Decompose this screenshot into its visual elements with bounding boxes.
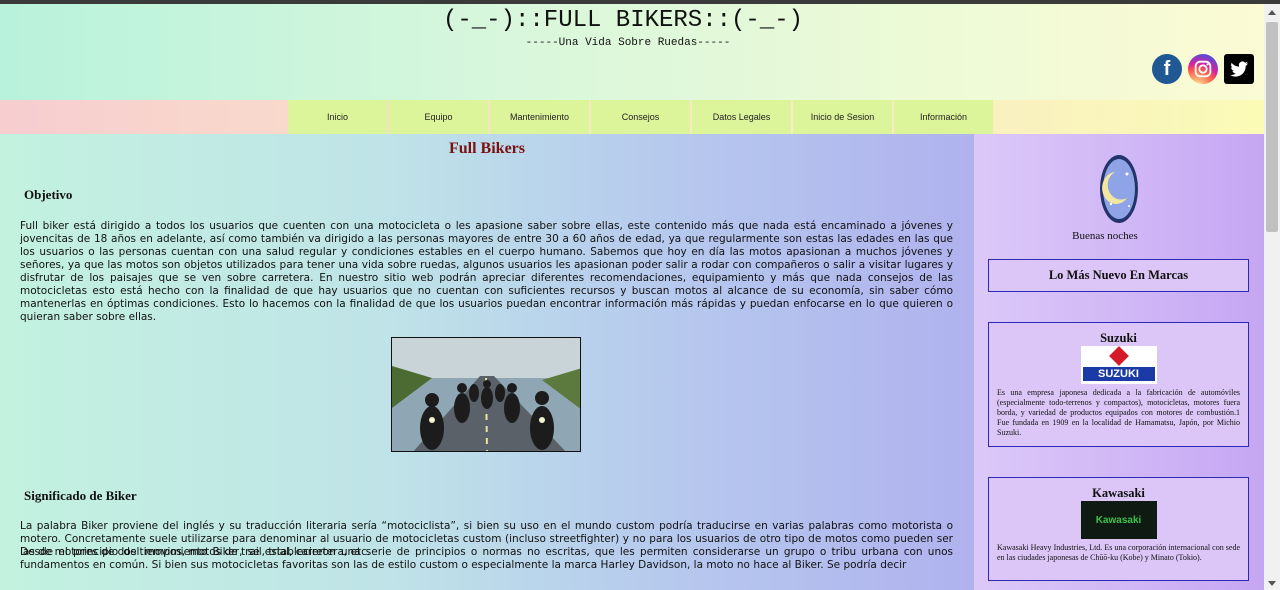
section-text-significado-2: Desde el principio del movimiento Biker,…: [20, 546, 953, 571]
site-header: (-_-)::FULL BIKERS::(-_-) -----Una Vida …: [0, 4, 1264, 100]
scroll-up-icon[interactable]: [1268, 10, 1276, 15]
nav-menu: Inicio Equipo Mantenimiento Consejos Dat…: [288, 100, 993, 134]
nav-item-mantenimiento[interactable]: Mantenimiento: [490, 100, 589, 134]
twitter-icon[interactable]: [1224, 54, 1254, 84]
news-title: Lo Más Nuevo En Marcas: [1048, 268, 1189, 282]
site-title: (-_-)::FULL BIKERS::(-_-): [442, 7, 804, 34]
nav-item-datos-legales[interactable]: Datos Legales: [692, 100, 791, 134]
brand-card-kawasaki: Kawasaki Kawasaki Kawasaki Heavy Industr…: [988, 477, 1249, 581]
facebook-icon[interactable]: f: [1152, 54, 1182, 84]
section-heading-significado: Significado de Biker: [24, 488, 137, 503]
section-text-objetivo: Full biker está dirigido a todos los usu…: [20, 220, 953, 323]
brand-name: Suzuki: [1100, 331, 1137, 345]
scroll-down-icon[interactable]: [1268, 581, 1276, 586]
news-box: Lo Más Nuevo En Marcas: [988, 259, 1249, 292]
bikers-photo: [391, 337, 581, 452]
section-heading-objetivo: Objetivo: [24, 187, 73, 202]
nav-item-informacion[interactable]: Información: [894, 100, 993, 134]
instagram-icon[interactable]: [1188, 54, 1218, 84]
kawasaki-logo: Kawasaki: [1080, 501, 1157, 539]
site-subtitle: -----Una Vida Sobre Ruedas-----: [525, 37, 731, 49]
page-scrollbar[interactable]: [1264, 4, 1280, 590]
suzuki-wordmark: SUZUKI: [1082, 367, 1155, 381]
brand-name: Kawasaki: [1092, 486, 1145, 500]
brand-description: Kawasaki Heavy Industries, Ltd. Es una c…: [997, 543, 1240, 562]
nav-item-consejos[interactable]: Consejos: [591, 100, 690, 134]
brand-card-suzuki: Suzuki SUZUKI Es una empresa japonesa de…: [988, 322, 1249, 447]
nav-item-inicio-de-sesion[interactable]: Inicio de Sesion: [793, 100, 892, 134]
greeting-text: Buenas noches: [1072, 230, 1138, 242]
suzuki-s-icon: [1108, 346, 1129, 366]
kawasaki-wordmark: Kawasaki: [1095, 514, 1142, 526]
nav-item-equipo[interactable]: Equipo: [389, 100, 488, 134]
moon-icon: [1099, 154, 1139, 224]
main-navbar: Inicio Equipo Mantenimiento Consejos Dat…: [0, 100, 1264, 134]
main-content: Full Bikers Objetivo Full biker está dir…: [0, 134, 974, 590]
page-title: Full Bikers: [448, 140, 525, 157]
suzuki-logo: SUZUKI: [1080, 346, 1157, 384]
brand-description: Es una empresa japonesa dedicada a la fa…: [997, 388, 1240, 437]
nav-item-inicio[interactable]: Inicio: [288, 100, 387, 134]
social-links: f: [1152, 54, 1254, 84]
scrollbar-thumb[interactable]: [1266, 22, 1278, 232]
